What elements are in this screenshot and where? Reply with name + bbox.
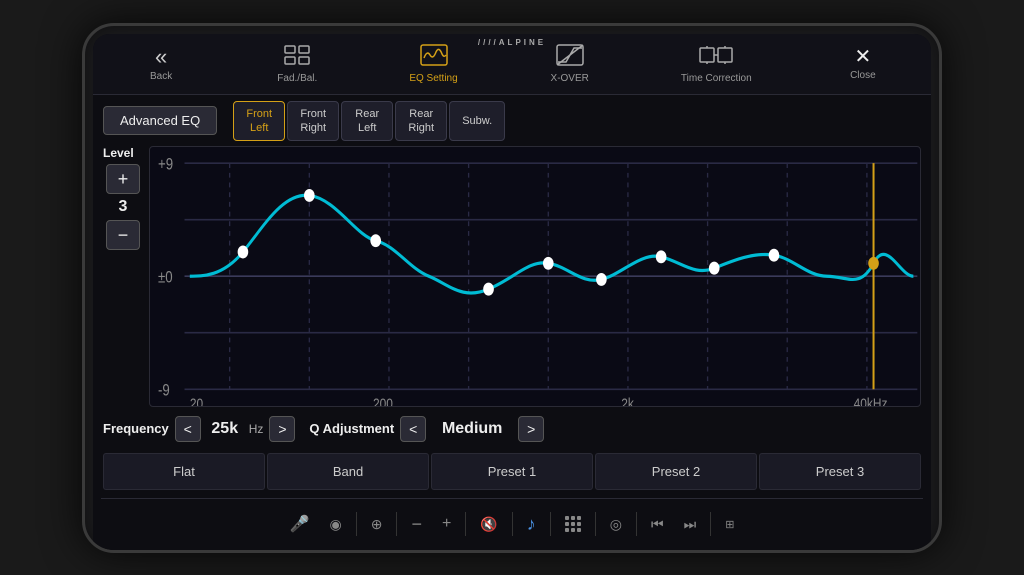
separator-5 [550,512,551,536]
eq-point[interactable] [370,234,381,247]
time-correction-icon [698,44,734,70]
frequency-prev-button[interactable]: < [175,416,201,442]
mute-button[interactable]: 🔇 [474,512,503,537]
separator-7 [636,512,637,536]
bottom-bar: 🎤 ◉ ⊕ − + 🔇 ♪ ◎ ⏮ ⏭ [101,498,923,550]
channel-rear-right[interactable]: RearRight [395,101,447,142]
nav-time-correction-label: Time Correction [681,73,752,84]
nav-button[interactable]: ⊕ [365,512,389,537]
eq-area: Level + 3 − +9 ±0 -9 [103,146,921,406]
level-label: Level [103,146,134,160]
svg-text:20: 20 [190,396,203,406]
preset-1[interactable]: Preset 1 [431,453,593,490]
x-over-icon [556,44,584,70]
nav-eq-setting[interactable]: EQ Setting [399,40,469,88]
separator-6 [595,512,596,536]
separator-2 [396,512,397,536]
preset-flat[interactable]: Flat [103,453,265,490]
volume-up-button[interactable]: + [436,511,457,537]
eq-point-selected[interactable] [868,257,879,270]
advanced-eq-button[interactable]: Advanced EQ [103,106,217,135]
preset-band[interactable]: Band [267,453,429,490]
close-icon: ✕ [854,47,871,67]
svg-text:+9: +9 [158,157,173,174]
level-control: Level + 3 − [103,146,143,406]
nav-eq-label: EQ Setting [409,73,457,84]
grid-button[interactable] [559,512,587,536]
svg-text:2k: 2k [621,396,634,406]
face-id-button[interactable]: ◉ [324,512,348,537]
eq-point[interactable] [238,246,249,259]
eq-point[interactable] [543,257,554,270]
preset-3[interactable]: Preset 3 [759,453,921,490]
eq-point[interactable] [769,249,780,262]
grid-icon [565,516,581,532]
channel-front-right[interactable]: FrontRight [287,101,339,142]
channel-rear-left[interactable]: RearLeft [341,101,393,142]
q-value: Medium [432,420,512,438]
eq-point[interactable] [304,189,315,202]
level-value: 3 [119,198,128,216]
nav-x-over[interactable]: X-OVER [535,40,605,88]
nav-x-over-label: X-OVER [551,73,589,84]
device-frame: ////ALPINE « Back Fad./Bal. [82,23,942,553]
frequency-unit: Hz [249,422,264,436]
q-adjustment-label: Q Adjustment [309,421,394,436]
screen: ////ALPINE « Back Fad./Bal. [93,34,931,550]
channel-row: Advanced EQ FrontLeft FrontRight RearLef… [103,101,921,142]
preset-2[interactable]: Preset 2 [595,453,757,490]
camera-button[interactable]: ◎ [604,512,628,537]
nav-back[interactable]: « Back [126,42,196,86]
separator-4 [512,512,513,536]
freq-bar: Frequency < 25k Hz > Q Adjustment < Medi… [103,412,921,446]
frequency-next-button[interactable]: > [269,416,295,442]
eq-setting-icon [420,44,448,70]
eq-point[interactable] [596,273,607,286]
separator-3 [465,512,466,536]
q-next-button[interactable]: > [518,416,544,442]
svg-text:-9: -9 [158,383,170,400]
channel-subw[interactable]: Subw. [449,101,505,142]
svg-text:40kHz: 40kHz [854,396,888,406]
eq-point[interactable] [483,283,494,296]
level-minus-button[interactable]: − [106,220,140,250]
mic-button[interactable]: 🎤 [284,510,316,538]
frequency-label: Frequency [103,421,169,436]
fad-bal-icon [283,44,311,70]
nav-time-correction[interactable]: Time Correction [671,40,762,88]
level-plus-button[interactable]: + [106,164,140,194]
svg-text:±0: ±0 [158,270,173,287]
alpine-logo: ////ALPINE [478,38,546,47]
nav-fad-bal-label: Fad./Bal. [277,73,317,84]
svg-text:200: 200 [373,396,393,406]
nav-close[interactable]: ✕ Close [828,43,898,85]
main-content: Advanced EQ FrontLeft FrontRight RearLef… [93,95,931,498]
q-prev-button[interactable]: < [400,416,426,442]
eq-point[interactable] [656,250,667,263]
preset-row: Flat Band Preset 1 Preset 2 Preset 3 [103,451,921,492]
eq-curve [190,195,914,293]
separator-1 [356,512,357,536]
volume-down-button[interactable]: − [405,510,428,539]
music-button[interactable]: ♪ [521,510,542,539]
prev-track-button[interactable]: ⏮ [645,512,670,537]
nav-fad-bal[interactable]: Fad./Bal. [262,40,332,88]
eq-point[interactable] [709,262,720,275]
back-icon: « [155,46,167,68]
next-track-button[interactable]: ⏭ [678,512,703,537]
eq-graph[interactable]: +9 ±0 -9 [149,146,921,406]
top-nav: ////ALPINE « Back Fad./Bal. [93,34,931,95]
separator-8 [710,512,711,536]
nav-back-label: Back [150,71,172,82]
frequency-value: 25k [207,420,243,438]
channel-tabs: FrontLeft FrontRight RearLeft RearRight … [233,101,505,142]
channel-front-left[interactable]: FrontLeft [233,101,285,142]
display-button[interactable]: ⊞ [719,514,740,535]
nav-close-label: Close [850,70,876,81]
